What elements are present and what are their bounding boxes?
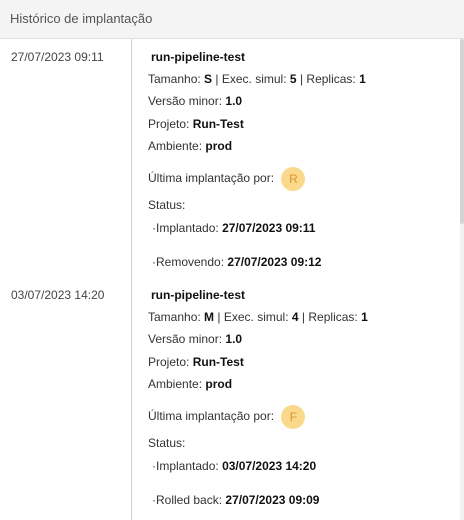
env-value: prod bbox=[205, 139, 233, 153]
size-label: Tamanho: bbox=[148, 310, 201, 324]
size-line: Tamanho: S | Exec. simul: 5 | Replicas: … bbox=[148, 72, 366, 86]
minor-version-line: Versão minor: 1.0 bbox=[148, 332, 242, 346]
status-item-time: 03/07/2023 14:20 bbox=[222, 459, 317, 473]
minor-value: 1.0 bbox=[225, 94, 243, 108]
replicas-label: Replicas: bbox=[308, 310, 358, 324]
history-list[interactable]: 27/07/2023 09:11 run-pipeline-test Taman… bbox=[0, 39, 464, 520]
env-label: Ambiente: bbox=[148, 139, 203, 153]
entry-date: 27/07/2023 09:11 bbox=[11, 50, 104, 64]
replicas-value: 1 bbox=[359, 72, 366, 86]
exec-value: 4 bbox=[291, 310, 299, 324]
history-title: Histórico de implantação bbox=[10, 11, 153, 26]
status-item-label: Removendo: bbox=[156, 255, 225, 269]
last-deploy-line: Última implantação por: R bbox=[148, 167, 306, 191]
separator: | bbox=[299, 72, 304, 86]
status-item: ·Implantado: 03/07/2023 14:20 bbox=[152, 459, 316, 473]
replicas-label: Replicas: bbox=[306, 72, 356, 86]
status-item-time: 27/07/2023 09:11 bbox=[222, 221, 316, 235]
user-avatar[interactable]: F bbox=[281, 405, 306, 429]
history-entry: 03/07/2023 14:20 run-pipeline-test Taman… bbox=[0, 277, 460, 515]
history-header: Histórico de implantação bbox=[0, 0, 464, 39]
environment-line: Ambiente: prod bbox=[148, 377, 232, 391]
project-label: Projeto: bbox=[148, 117, 190, 131]
history-entry: 27/07/2023 09:11 run-pipeline-test Taman… bbox=[0, 39, 460, 277]
status-label: Status: bbox=[148, 198, 186, 212]
minor-version-line: Versão minor: 1.0 bbox=[148, 94, 242, 108]
project-value: Run-Test bbox=[192, 117, 244, 131]
separator: | bbox=[215, 72, 219, 86]
environment-line: Ambiente: prod bbox=[148, 139, 232, 153]
project-line: Projeto: Run-Test bbox=[148, 355, 244, 369]
exec-label: Exec. simul: bbox=[223, 310, 289, 324]
project-label: Projeto: bbox=[148, 355, 190, 369]
separator: | bbox=[217, 310, 221, 324]
exec-value: 5 bbox=[289, 72, 297, 86]
status-item-label: Rolled back: bbox=[156, 493, 223, 507]
env-value: prod bbox=[205, 377, 233, 391]
last-deploy-label: Última implantação por: bbox=[148, 409, 275, 424]
project-line: Projeto: Run-Test bbox=[148, 117, 244, 131]
status-item-time: 27/07/2023 09:09 bbox=[225, 493, 320, 507]
last-deploy-line: Última implantação por: F bbox=[148, 405, 306, 429]
replicas-value: 1 bbox=[361, 310, 368, 324]
minor-label: Versão minor: bbox=[148, 94, 223, 108]
size-value: M bbox=[204, 310, 215, 324]
size-line: Tamanho: M | Exec. simul: 4 | Replicas: … bbox=[148, 310, 368, 324]
status-item-label: Implantado: bbox=[156, 459, 219, 473]
entry-date: 03/07/2023 14:20 bbox=[11, 288, 105, 302]
status-item: ·Removendo: 27/07/2023 09:12 bbox=[152, 255, 321, 269]
status-item-label: Implantado: bbox=[156, 221, 219, 235]
separator: | bbox=[301, 310, 306, 324]
exec-label: Exec. simul: bbox=[221, 72, 287, 86]
pipeline-name: run-pipeline-test bbox=[151, 50, 246, 64]
status-item: ·Implantado: 27/07/2023 09:11 bbox=[152, 221, 315, 235]
last-deploy-label: Última implantação por: bbox=[148, 171, 275, 186]
minor-value: 1.0 bbox=[225, 332, 243, 346]
status-item: ·Rolled back: 27/07/2023 09:09 bbox=[152, 493, 319, 507]
scrollbar-thumb[interactable] bbox=[460, 39, 464, 224]
user-avatar[interactable]: R bbox=[281, 167, 306, 191]
pipeline-name: run-pipeline-test bbox=[151, 288, 246, 302]
status-item-time: 27/07/2023 09:12 bbox=[227, 255, 322, 269]
size-value: S bbox=[204, 72, 213, 86]
env-label: Ambiente: bbox=[148, 377, 203, 391]
status-label: Status: bbox=[148, 436, 186, 450]
minor-label: Versão minor: bbox=[148, 332, 223, 346]
project-value: Run-Test bbox=[192, 355, 244, 369]
size-label: Tamanho: bbox=[148, 72, 201, 86]
